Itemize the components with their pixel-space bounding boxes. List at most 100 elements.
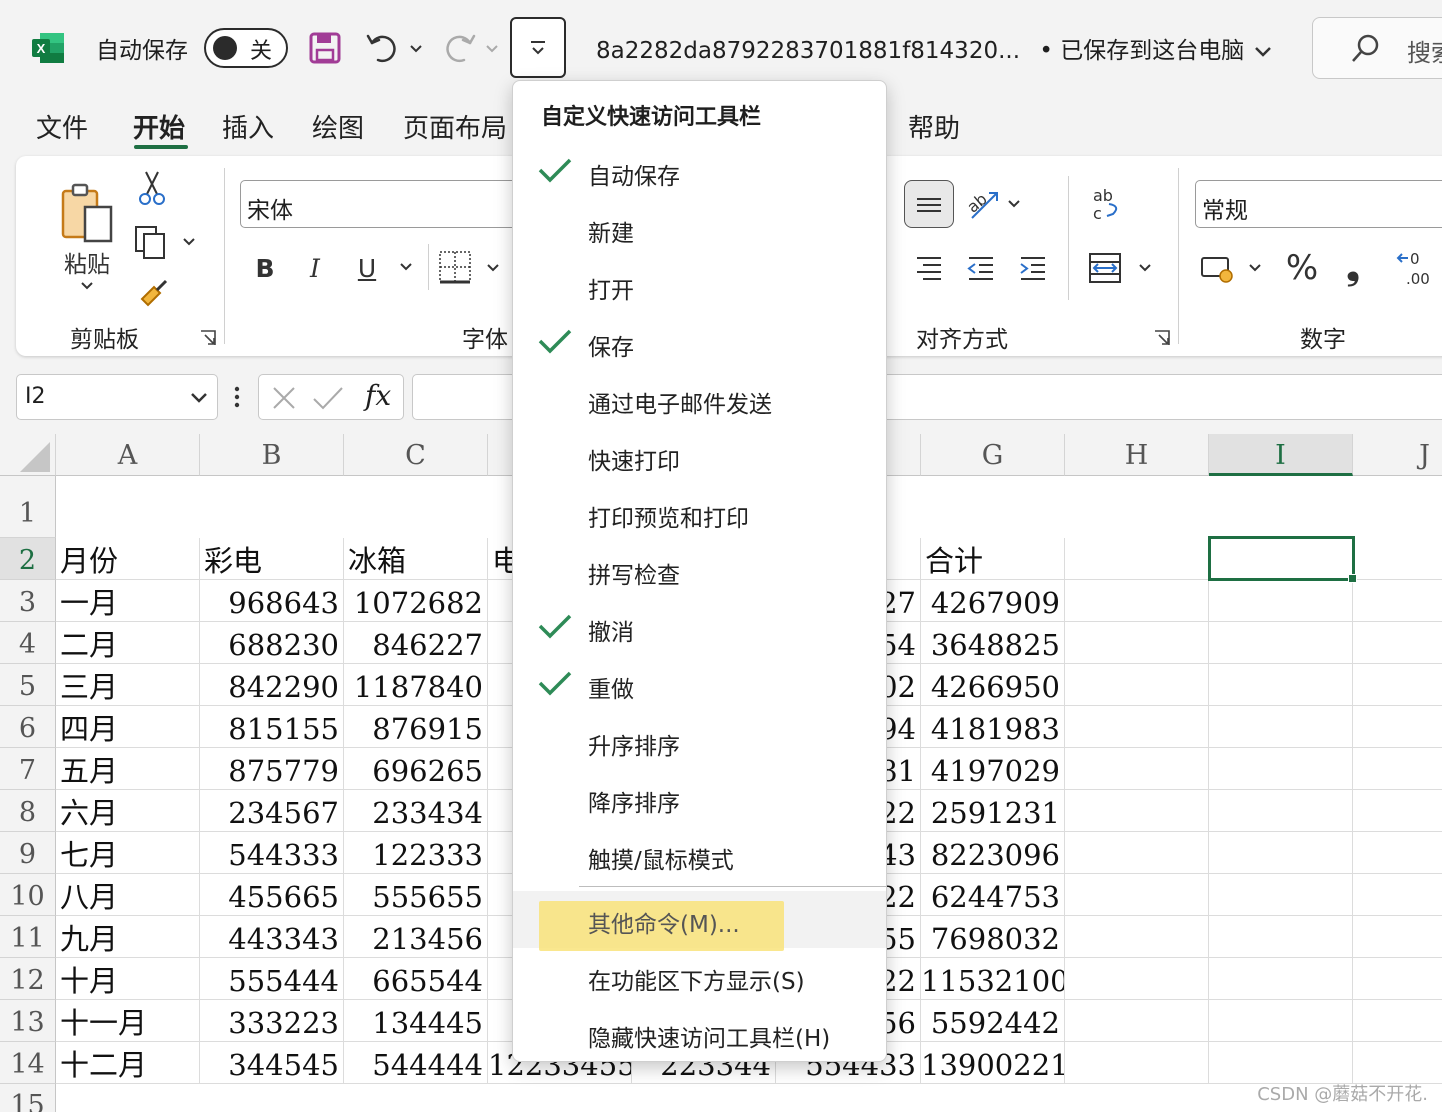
empty-cell[interactable] bbox=[1065, 664, 1209, 706]
increase-decimal-button[interactable]: 0 .00 bbox=[1392, 246, 1436, 290]
empty-cell[interactable] bbox=[1209, 1000, 1353, 1042]
value-cell[interactable]: 3648825 bbox=[921, 622, 1065, 664]
value-cell[interactable]: 688230 bbox=[200, 622, 344, 664]
enter-icon[interactable] bbox=[311, 383, 345, 413]
selected-cell[interactable] bbox=[1208, 536, 1355, 581]
row-header[interactable]: 8 bbox=[0, 790, 56, 832]
value-cell[interactable]: 4197029 bbox=[921, 748, 1065, 790]
value-cell[interactable]: 4266950 bbox=[921, 664, 1065, 706]
empty-cell[interactable] bbox=[1353, 790, 1442, 832]
value-cell[interactable]: 6244753 bbox=[921, 874, 1065, 916]
row-header[interactable]: 6 bbox=[0, 706, 56, 748]
document-title[interactable]: 8a2282da8792283701881f814320... • 已保存到这台… bbox=[596, 31, 1274, 65]
menu-item[interactable]: 打印预览和打印 bbox=[513, 485, 886, 542]
customize-qat-button[interactable] bbox=[510, 17, 566, 78]
menu-item[interactable]: 新建 bbox=[513, 200, 886, 257]
month-cell[interactable]: 六月 bbox=[56, 790, 200, 832]
value-cell[interactable]: 5592442 bbox=[921, 1000, 1065, 1042]
undo-button[interactable] bbox=[362, 26, 430, 70]
row-header[interactable]: 14 bbox=[0, 1042, 56, 1084]
month-cell[interactable]: 二月 bbox=[56, 622, 200, 664]
value-cell[interactable]: 344545 bbox=[200, 1042, 344, 1084]
month-cell[interactable]: 四月 bbox=[56, 706, 200, 748]
value-cell[interactable]: 1072682 bbox=[344, 580, 488, 622]
column-header-h[interactable]: H bbox=[1065, 434, 1209, 476]
value-cell[interactable]: 443343 bbox=[200, 916, 344, 958]
value-cell[interactable]: 876915 bbox=[344, 706, 488, 748]
value-cell[interactable]: 544333 bbox=[200, 832, 344, 874]
orientation-button[interactable]: ab bbox=[962, 184, 1032, 224]
underline-button[interactable]: U bbox=[350, 248, 384, 288]
row-header[interactable]: 11 bbox=[0, 916, 56, 958]
fill-handle[interactable] bbox=[1348, 574, 1357, 583]
format-painter-button[interactable] bbox=[134, 272, 172, 312]
tab-help[interactable]: 帮助 bbox=[908, 108, 960, 145]
name-box[interactable]: I2 bbox=[16, 374, 218, 420]
empty-cell[interactable] bbox=[1209, 706, 1353, 748]
value-cell[interactable]: 555655 bbox=[344, 874, 488, 916]
row-header[interactable]: 13 bbox=[0, 1000, 56, 1042]
empty-cell[interactable] bbox=[1209, 664, 1353, 706]
value-cell[interactable]: 555444 bbox=[200, 958, 344, 1000]
empty-cell[interactable] bbox=[1065, 580, 1209, 622]
month-cell[interactable]: 九月 bbox=[56, 916, 200, 958]
header-cell[interactable]: 月份 bbox=[56, 538, 200, 580]
empty-cell[interactable] bbox=[1353, 874, 1442, 916]
empty-cell[interactable] bbox=[1353, 622, 1442, 664]
row-header[interactable]: 12 bbox=[0, 958, 56, 1000]
tab-insert[interactable]: 插入 bbox=[222, 108, 274, 145]
value-cell[interactable]: 875779 bbox=[200, 748, 344, 790]
value-cell[interactable]: 968643 bbox=[200, 580, 344, 622]
increase-indent-button[interactable] bbox=[1014, 248, 1052, 288]
empty-cell[interactable] bbox=[1065, 790, 1209, 832]
header-cell[interactable]: 冰箱 bbox=[344, 538, 488, 580]
empty-cell[interactable] bbox=[1209, 748, 1353, 790]
value-cell[interactable]: 815155 bbox=[200, 706, 344, 748]
bold-button[interactable]: B bbox=[248, 248, 282, 288]
empty-cell[interactable] bbox=[1065, 706, 1209, 748]
search-input[interactable]: 搜索 bbox=[1312, 17, 1442, 79]
value-cell[interactable]: 1187840 bbox=[344, 664, 488, 706]
column-header-a[interactable]: A bbox=[56, 434, 200, 476]
menu-item[interactable]: 升序排序 bbox=[513, 713, 886, 770]
empty-cell[interactable] bbox=[1209, 958, 1353, 1000]
empty-cell[interactable] bbox=[1353, 538, 1442, 580]
month-cell[interactable]: 八月 bbox=[56, 874, 200, 916]
tab-file[interactable]: 文件 bbox=[36, 108, 88, 145]
merge-center-button[interactable] bbox=[1086, 246, 1160, 290]
row-header[interactable]: 4 bbox=[0, 622, 56, 664]
cancel-icon[interactable] bbox=[269, 383, 299, 413]
row-header[interactable]: 15 bbox=[0, 1084, 56, 1112]
accounting-format-button[interactable] bbox=[1198, 248, 1268, 288]
paste-button[interactable]: 粘贴 bbox=[54, 172, 120, 302]
month-cell[interactable]: 一月 bbox=[56, 580, 200, 622]
insert-function-button[interactable]: fx bbox=[365, 379, 391, 412]
empty-cell[interactable] bbox=[1065, 958, 1209, 1000]
column-header-c[interactable]: C bbox=[344, 434, 488, 476]
empty-cell[interactable] bbox=[1353, 916, 1442, 958]
menu-item[interactable]: 打开 bbox=[513, 257, 886, 314]
menu-item-show-below-ribbon[interactable]: 在功能区下方显示(S) bbox=[513, 948, 886, 1005]
empty-cell[interactable] bbox=[1353, 1000, 1442, 1042]
menu-item[interactable]: 通过电子邮件发送 bbox=[513, 371, 886, 428]
empty-cell[interactable] bbox=[1065, 748, 1209, 790]
value-cell[interactable]: 134445 bbox=[344, 1000, 488, 1042]
value-cell[interactable]: 13900221 bbox=[921, 1042, 1065, 1084]
empty-cell[interactable] bbox=[1065, 622, 1209, 664]
menu-item[interactable]: 拼写检查 bbox=[513, 542, 886, 599]
month-cell[interactable]: 七月 bbox=[56, 832, 200, 874]
value-cell[interactable]: 455665 bbox=[200, 874, 344, 916]
value-cell[interactable]: 8223096 bbox=[921, 832, 1065, 874]
row-header[interactable]: 3 bbox=[0, 580, 56, 622]
decrease-indent-button[interactable] bbox=[962, 248, 1000, 288]
empty-cell[interactable] bbox=[1353, 748, 1442, 790]
value-cell[interactable]: 7698032 bbox=[921, 916, 1065, 958]
row-header[interactable]: 2 bbox=[0, 538, 56, 580]
empty-cell[interactable] bbox=[1065, 538, 1209, 580]
menu-item[interactable]: 降序排序 bbox=[513, 770, 886, 827]
empty-cell[interactable] bbox=[1353, 832, 1442, 874]
borders-button[interactable] bbox=[436, 246, 506, 290]
align-right-button[interactable] bbox=[910, 248, 948, 288]
row-header[interactable]: 5 bbox=[0, 664, 56, 706]
italic-button[interactable]: I bbox=[298, 248, 332, 288]
